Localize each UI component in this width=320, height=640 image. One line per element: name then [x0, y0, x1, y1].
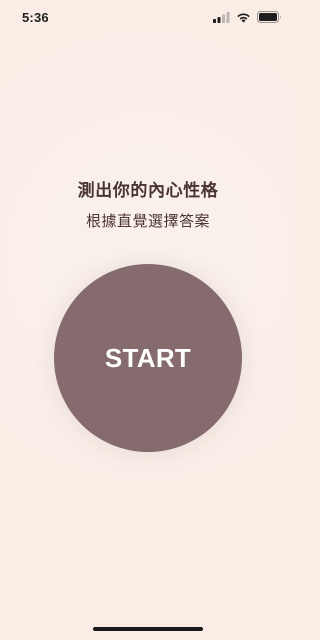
intro-text-block: 測出你的內心性格 根據直覺選擇答案 [0, 180, 296, 231]
app-screen: 5:36 測出你的內心性格 根據直覺選擇答案 START [0, 0, 296, 640]
wifi-icon [236, 12, 251, 23]
page-title: 測出你的內心性格 [77, 181, 219, 201]
start-button[interactable]: START [54, 264, 242, 452]
battery-icon [257, 11, 282, 23]
status-bar: 5:36 [0, 0, 296, 36]
home-indicator[interactable] [93, 627, 203, 631]
status-icons [213, 10, 282, 24]
start-button-label: START [104, 343, 192, 373]
page-subtitle: 根據直覺選擇答案 [85, 212, 210, 230]
status-time: 5:36 [22, 10, 49, 25]
cellular-signal-icon [213, 11, 230, 23]
